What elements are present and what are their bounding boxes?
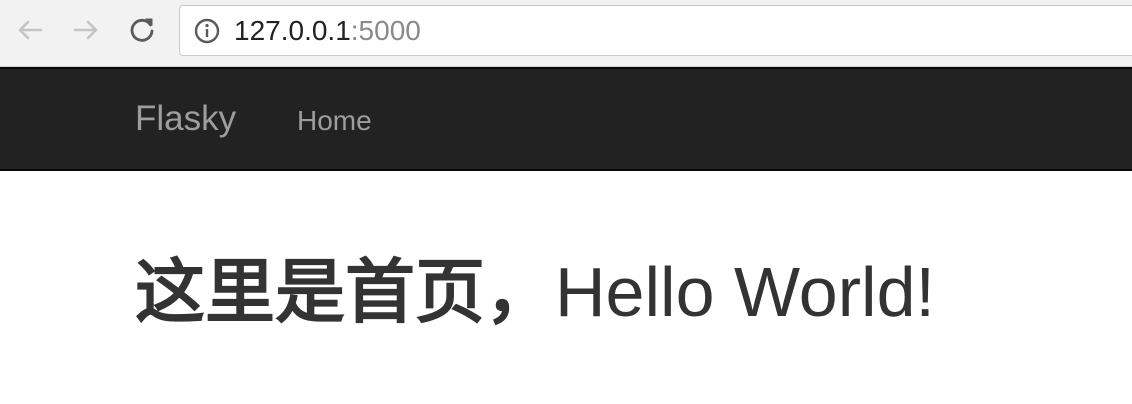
heading-cjk-text: 这里是首页，: [135, 253, 555, 331]
site-navbar: Flasky Home: [0, 67, 1132, 171]
arrow-left-icon: [18, 20, 43, 40]
heading-latin-text: Hello World!: [555, 253, 935, 331]
nav-link-home[interactable]: Home: [297, 105, 372, 137]
back-button[interactable]: [12, 12, 48, 48]
page-heading: 这里是首页，Hello World!: [135, 250, 935, 334]
url-port: :5000: [350, 15, 421, 46]
arrow-right-icon: [73, 20, 98, 40]
forward-button[interactable]: [68, 12, 104, 48]
navbar-brand-link[interactable]: Flasky: [135, 99, 236, 139]
url-host: 127.0.0.1: [234, 15, 351, 46]
reload-button[interactable]: [124, 12, 160, 48]
browser-toolbar: 127.0.0.1:5000: [0, 0, 1132, 67]
address-bar[interactable]: 127.0.0.1:5000: [179, 5, 1132, 56]
reload-icon: [130, 18, 154, 42]
info-circle-icon[interactable]: [194, 18, 220, 44]
url-text[interactable]: 127.0.0.1:5000: [234, 15, 421, 47]
